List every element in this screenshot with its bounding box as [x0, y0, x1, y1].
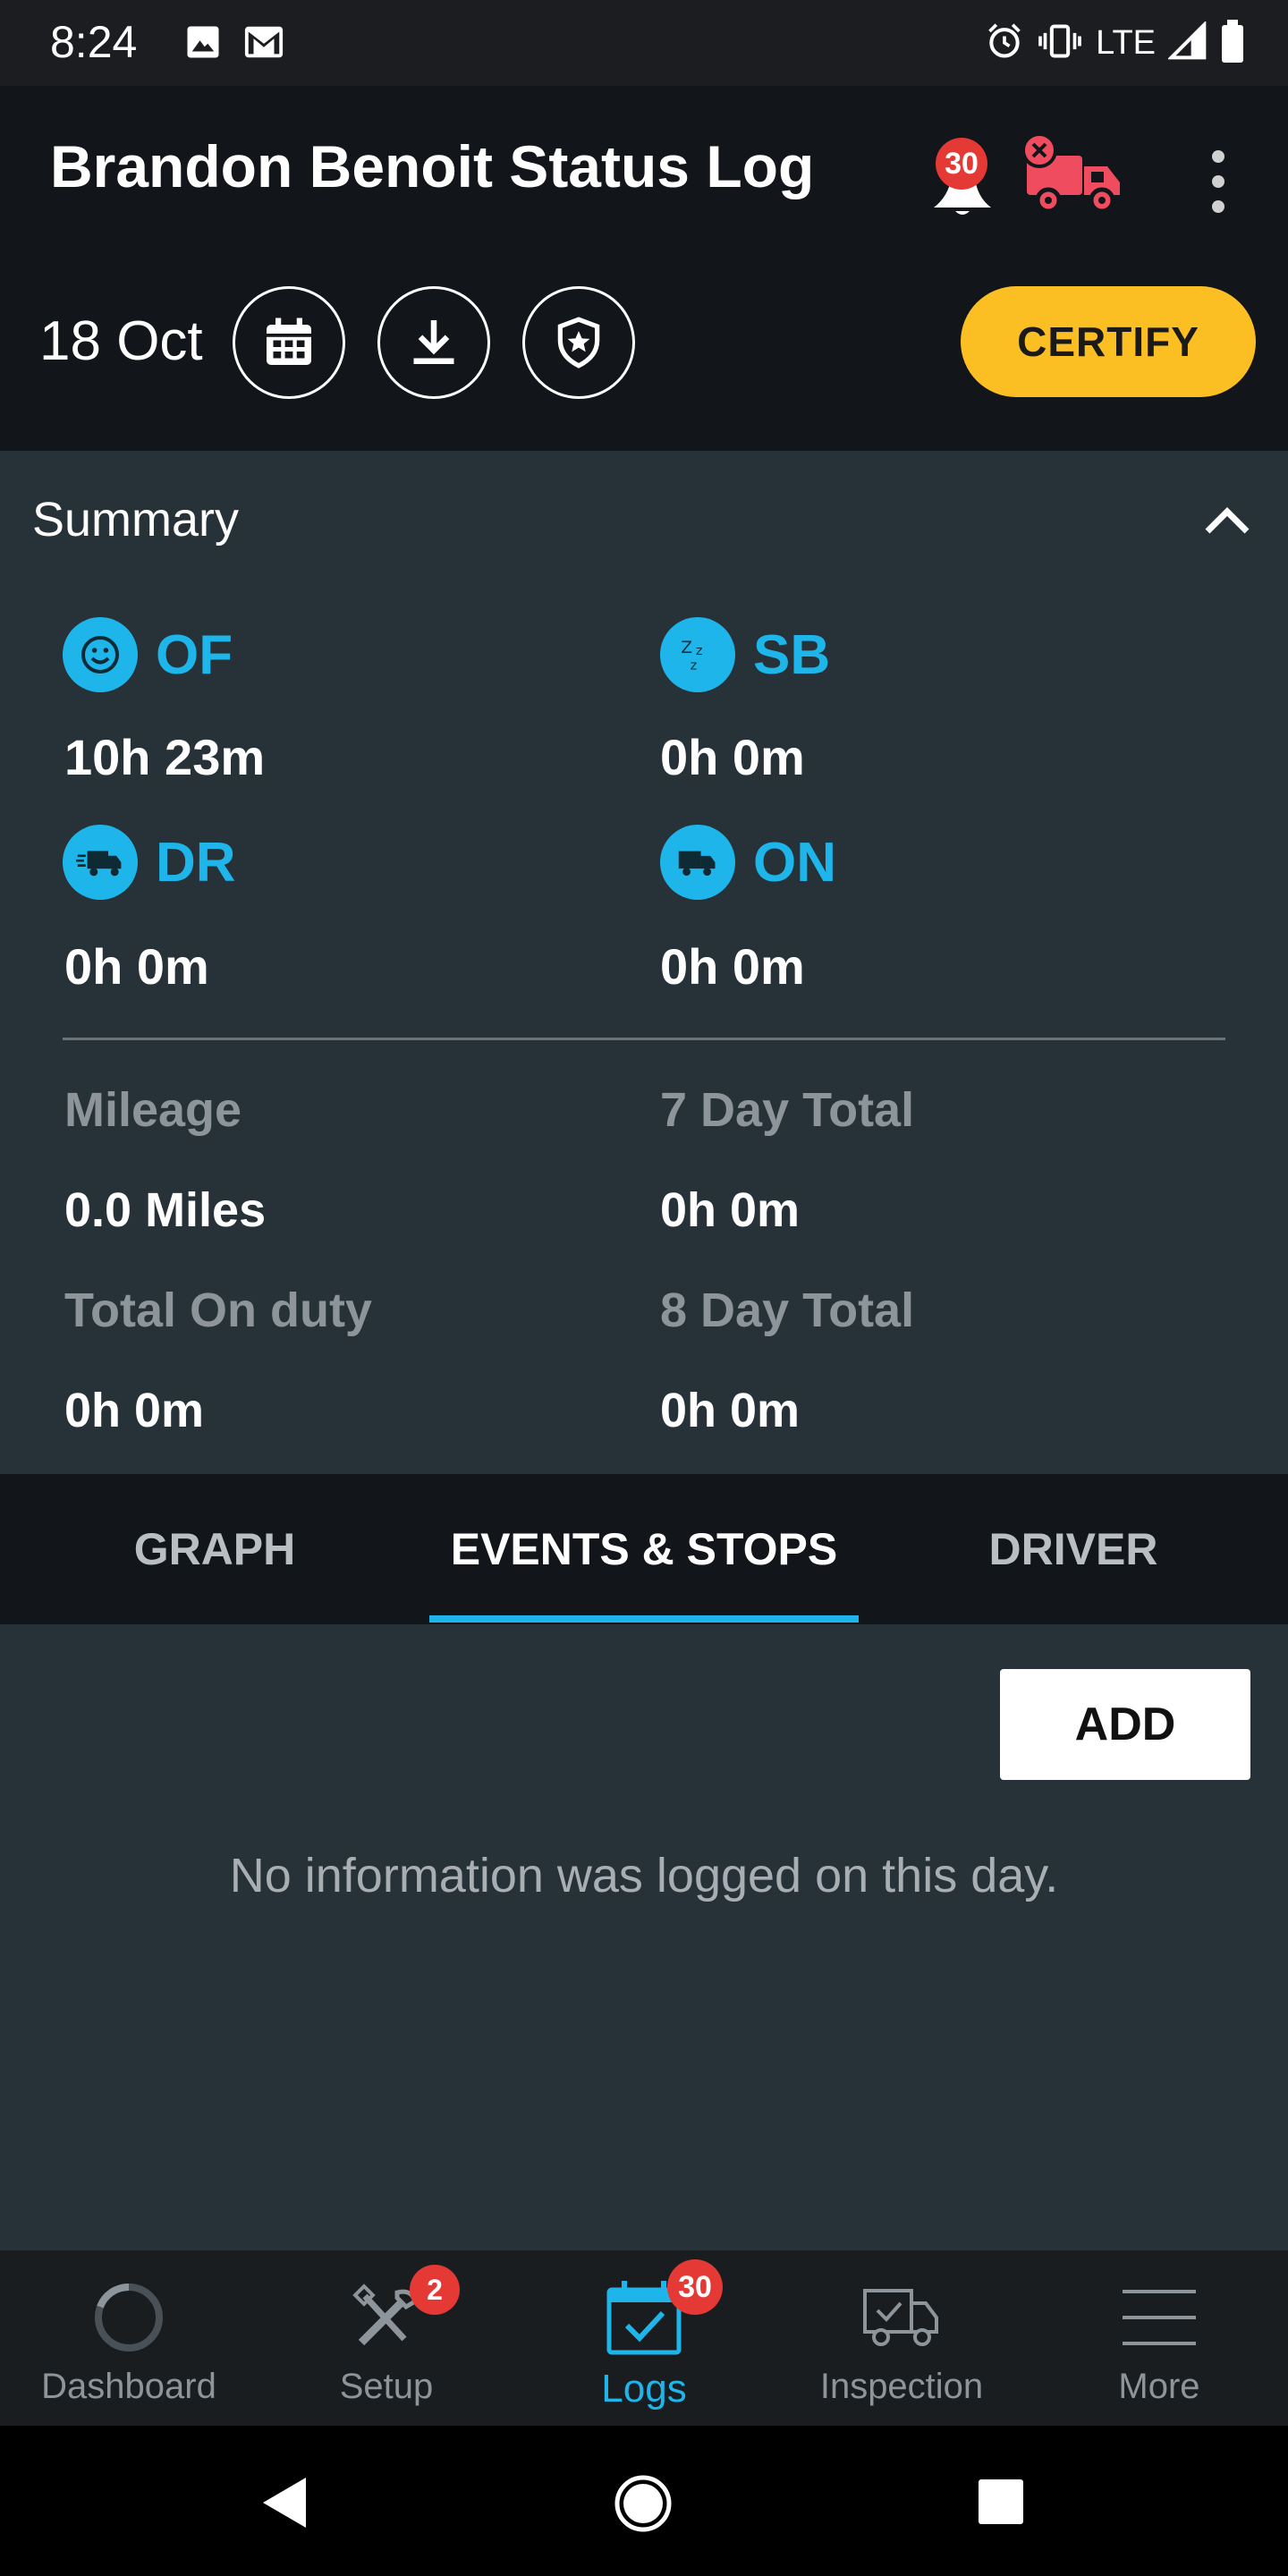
- stat-on-duty: ON: [660, 825, 836, 900]
- calendar-button[interactable]: [233, 286, 345, 399]
- page-title: Brandon Benoit Status Log: [50, 133, 815, 199]
- notifications-button[interactable]: 30: [921, 138, 1002, 218]
- stat-value: 0h 0m: [660, 938, 805, 995]
- stat-value: 0h 0m: [64, 938, 209, 995]
- recents-icon[interactable]: [977, 2478, 1025, 2530]
- stat-code: SB: [753, 623, 831, 686]
- calendar-icon: [267, 318, 311, 365]
- notification-badge: 30: [936, 138, 987, 190]
- network-type: LTE: [1096, 24, 1156, 62]
- back-icon[interactable]: [259, 2476, 308, 2534]
- inspection-mode-button[interactable]: [522, 286, 635, 399]
- app-bar: Brandon Benoit Status Log 30 18 Oct CERT…: [0, 86, 1288, 451]
- seven-day-total-value: 0h 0m: [660, 1183, 801, 1237]
- empty-state-message: No information was logged on this day.: [229, 1849, 1059, 1902]
- truck-disconnected-icon: [1021, 132, 1120, 214]
- tab-graph[interactable]: GRAPH: [0, 1474, 429, 1624]
- download-button[interactable]: [377, 286, 490, 399]
- eight-day-total-label: 8 Day Total: [660, 1284, 915, 1337]
- stat-code: OF: [156, 623, 233, 686]
- setup-badge: 2: [410, 2265, 460, 2315]
- events-panel: ADD No information was logged on this da…: [0, 1624, 1288, 2250]
- police-badge-icon: [557, 317, 600, 369]
- chevron-up-icon: [1205, 507, 1250, 534]
- nav-label: Logs: [601, 2367, 687, 2411]
- dashboard-icon: [84, 2277, 174, 2358]
- summary-title: Summary: [32, 493, 240, 547]
- vibrate-icon: [1037, 21, 1083, 65]
- stat-driving: DR: [63, 825, 236, 900]
- nav-more[interactable]: More: [1030, 2250, 1288, 2426]
- nav-inspection[interactable]: Inspection: [773, 2250, 1030, 2426]
- stat-value: 10h 23m: [64, 729, 266, 785]
- truck-icon: [660, 825, 735, 900]
- nav-dashboard[interactable]: Dashboard: [0, 2250, 258, 2426]
- total-on-duty-value: 0h 0m: [64, 1384, 205, 1437]
- status-time: 8:24: [50, 17, 138, 67]
- mileage-label: Mileage: [64, 1083, 242, 1137]
- truck-status-button[interactable]: [1020, 131, 1127, 220]
- stat-code: DR: [156, 831, 236, 894]
- nav-label: More: [1118, 2367, 1200, 2406]
- stat-off-duty: OF: [63, 617, 233, 692]
- system-navigation-bar: [0, 2426, 1288, 2576]
- menu-icon: [1114, 2277, 1204, 2358]
- stat-value: 0h 0m: [660, 729, 805, 785]
- stat-code: ON: [753, 831, 836, 894]
- tab-bar: GRAPH EVENTS & STOPS DRIVER: [0, 1474, 1288, 1624]
- log-date: 18 Oct: [39, 310, 203, 372]
- overflow-menu-button[interactable]: [1200, 150, 1236, 213]
- collapse-summary-button[interactable]: [1202, 501, 1252, 537]
- status-bar: 8:24 LTE: [0, 0, 1288, 86]
- nav-label: Inspection: [819, 2367, 984, 2406]
- svg-text:Z: Z: [681, 639, 692, 657]
- battery-icon: [1220, 20, 1245, 67]
- summary-divider: [63, 1038, 1225, 1040]
- svg-text:z: z: [696, 643, 703, 658]
- truck-check-icon: [857, 2277, 946, 2358]
- image-icon: [184, 23, 222, 65]
- certify-button[interactable]: CERTIFY: [961, 286, 1256, 397]
- alarm-icon: [985, 21, 1024, 65]
- active-tab-indicator: [429, 1615, 859, 1623]
- nav-logs[interactable]: 30 Logs: [515, 2250, 773, 2426]
- truck-driving-icon: [63, 825, 138, 900]
- eight-day-total-value: 0h 0m: [660, 1384, 801, 1437]
- tab-driver[interactable]: DRIVER: [859, 1474, 1288, 1624]
- nav-label: Dashboard: [41, 2367, 216, 2406]
- smile-icon: [63, 617, 138, 692]
- mileage-value: 0.0 Miles: [64, 1183, 267, 1237]
- sleep-icon: Zzz: [660, 617, 735, 692]
- logs-badge: 30: [667, 2259, 723, 2315]
- add-event-button[interactable]: ADD: [1000, 1669, 1250, 1780]
- bottom-navigation: Dashboard 2 Setup 30 Logs Inspection Mor…: [0, 2250, 1288, 2426]
- nav-setup[interactable]: 2 Setup: [258, 2250, 515, 2426]
- seven-day-total-label: 7 Day Total: [660, 1083, 915, 1137]
- home-icon[interactable]: [614, 2474, 673, 2538]
- signal-icon: [1166, 20, 1208, 65]
- total-on-duty-label: Total On duty: [64, 1284, 372, 1337]
- gmail-icon: [243, 23, 284, 65]
- stat-sleeper-berth: Zzz SB: [660, 617, 830, 692]
- nav-label: Setup: [339, 2367, 434, 2406]
- tab-events-stops[interactable]: EVENTS & STOPS: [429, 1474, 859, 1624]
- download-icon: [413, 320, 454, 364]
- summary-panel: Summary OF 10h 23m Zzz SB 0h 0m DR 0h 0m…: [0, 451, 1288, 1474]
- svg-text:z: z: [691, 658, 698, 674]
